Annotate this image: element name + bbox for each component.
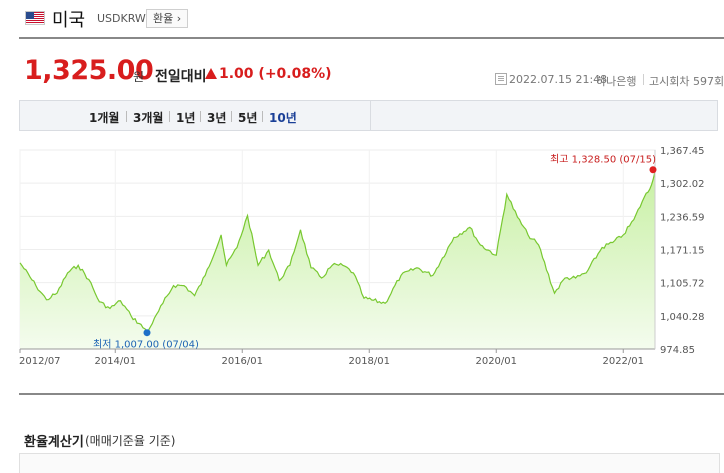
currency-header: 미국 USDKRW 환율 › [0, 0, 724, 38]
x-tick-label: 2022/01 [602, 356, 644, 367]
exchange-rate-chart[interactable]: 1,367.45 1,302.02 1,236.59 1,171.15 1,105.72… [0, 138, 724, 373]
y-tick-label: 1,302.02 [660, 179, 705, 190]
tab-divider [231, 111, 232, 122]
tab-5-years[interactable]: 5년 [238, 109, 257, 126]
x-tick-label: 2018/01 [348, 356, 390, 367]
tab-3-years[interactable]: 3년 [207, 109, 226, 126]
x-tick-label: 2016/01 [221, 356, 263, 367]
x-tick-label: 2020/01 [475, 356, 517, 367]
change-value: 1.00 (+0.08%) [219, 66, 332, 82]
notice-icon [495, 73, 507, 85]
min-marker [143, 329, 151, 337]
header-divider [19, 37, 724, 39]
tab-1-year[interactable]: 1년 [176, 109, 195, 126]
notice-round: 고시회차 597회 [649, 75, 724, 88]
change-label: 전일대비 [155, 69, 207, 85]
tab-divider [200, 111, 201, 122]
calculator-subtitle: (매매기준율 기준) [85, 434, 176, 448]
max-marker [649, 166, 657, 174]
x-tick-label: 2012/07 [19, 356, 61, 367]
min-label: 최저 1,007.00 (07/04) [93, 339, 199, 351]
meta-divider [643, 74, 644, 85]
us-flag-icon [25, 11, 45, 25]
y-tick-label: 974.85 [660, 345, 695, 356]
x-tick-label: 2014/01 [94, 356, 136, 367]
y-tick-label: 1,171.15 [660, 246, 705, 257]
calculator-title: 환율계산기 [24, 435, 84, 450]
country-name: 미국 [52, 10, 86, 31]
tab-divider [262, 111, 263, 122]
y-tick-label: 1,367.45 [660, 146, 705, 157]
quote-source: 하나은행 [596, 75, 637, 88]
section-divider [19, 393, 724, 395]
currency-code: USDKRW [97, 12, 146, 25]
max-label: 최고 1,328.50 (07/15) [550, 154, 656, 166]
exchange-rate-button[interactable]: 환율 › [146, 9, 189, 28]
period-tabs: 1개월 3개월 1년 3년 5년 10년 [19, 100, 718, 131]
price-unit: 원 [133, 70, 145, 84]
quote-timestamp: 2022.07.15 21:48 [509, 73, 608, 86]
tab-divider [126, 111, 127, 122]
tabs-divider [370, 101, 371, 130]
up-arrow-icon [205, 68, 217, 79]
tab-10-years[interactable]: 10년 [269, 109, 297, 126]
y-tick-label: 1,105.72 [660, 279, 705, 290]
tab-1-month[interactable]: 1개월 [89, 109, 119, 126]
y-tick-label: 1,236.59 [660, 212, 705, 223]
calculator-panel [19, 453, 720, 473]
tab-3-months[interactable]: 3개월 [133, 109, 163, 126]
tab-divider [169, 111, 170, 122]
y-tick-label: 1,040.28 [660, 312, 705, 323]
